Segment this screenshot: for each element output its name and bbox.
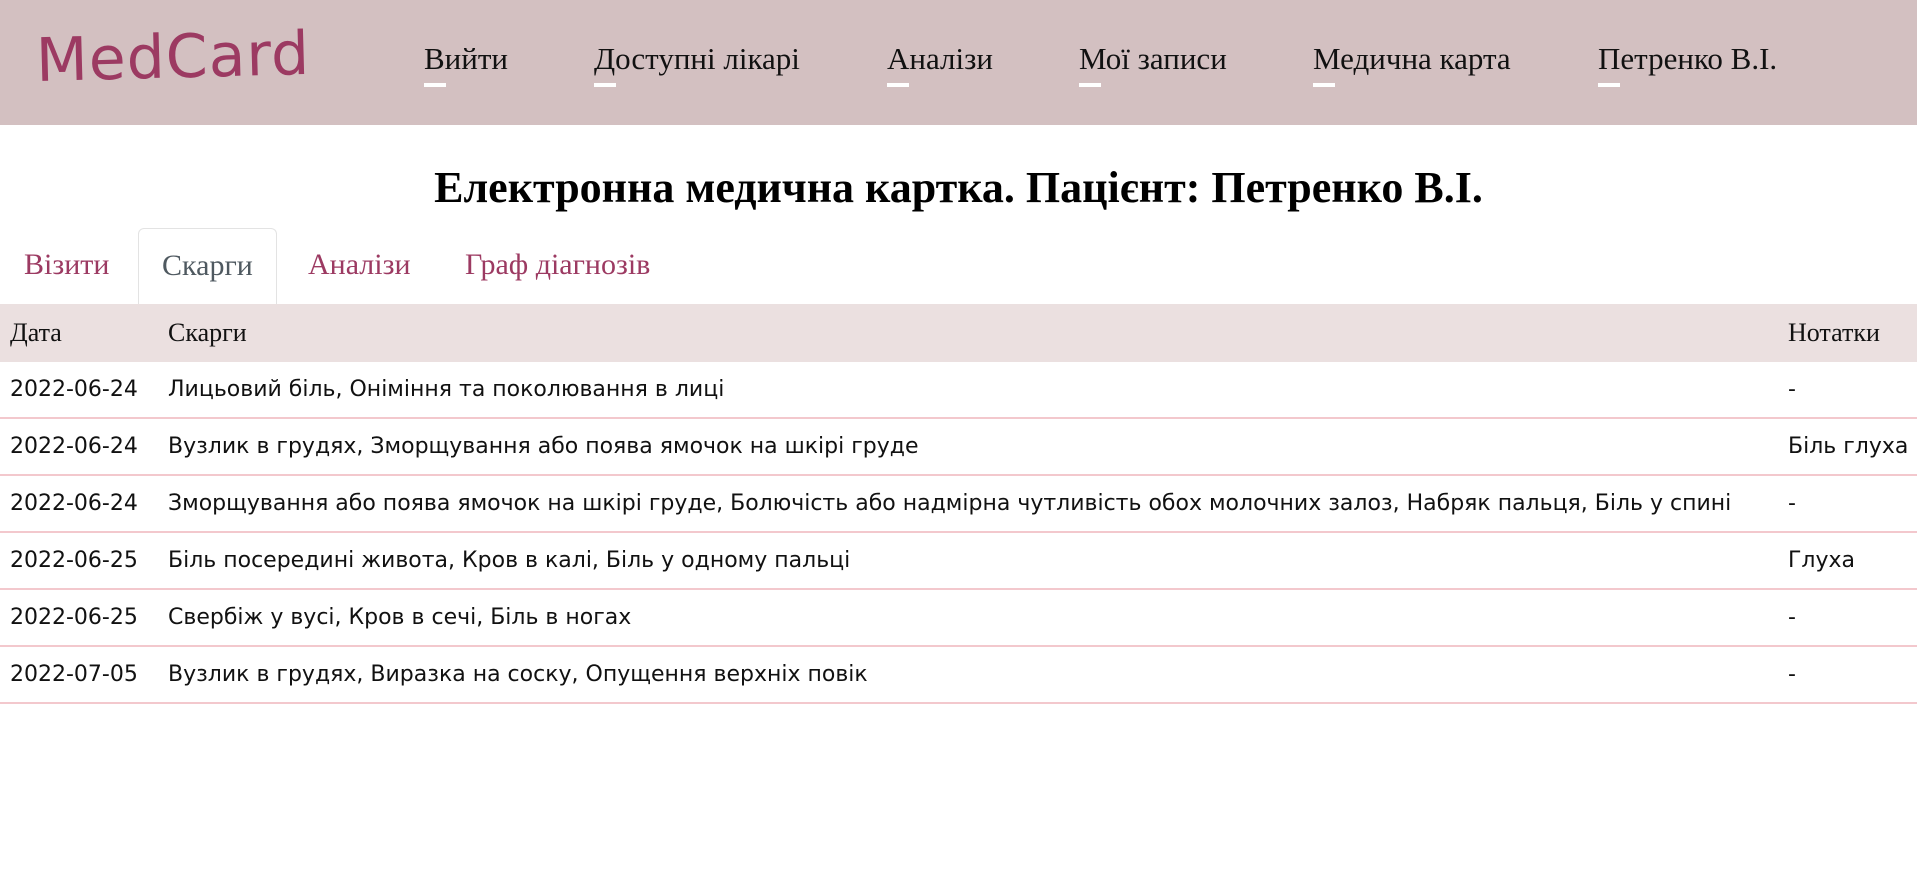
nav-user-profile[interactable]: Петренко В.І. [1598,40,1778,87]
nav-analyses-label: Аналізи [887,41,993,76]
tab-diagnosis-graph[interactable]: Граф діагнозів [441,228,674,304]
nav-underline [424,83,446,87]
cell-complaints: Вузлик в грудях, Виразка на соску, Опуще… [168,662,868,687]
nav-underline [1313,83,1335,87]
cell-notes: - [1788,491,1796,516]
cell-date: 2022-06-25 [10,548,138,573]
table-row: 2022-06-25 Біль посередині живота, Кров … [0,533,1917,590]
cell-date: 2022-07-05 [10,662,138,687]
tab-complaints[interactable]: Скарги [138,228,277,304]
cell-complaints: Лицьовий біль, Оніміння та поколювання в… [168,377,725,402]
cell-complaints: Зморщування або поява ямочок на шкірі гр… [168,491,1732,516]
nav-underline [1079,83,1101,87]
cell-date: 2022-06-24 [10,377,138,402]
nav-logout[interactable]: Вийти [424,40,508,87]
cell-date: 2022-06-25 [10,605,138,630]
brand-logo[interactable]: MedCard [35,19,311,96]
table-row: 2022-06-24 Зморщування або поява ямочок … [0,476,1917,533]
cell-notes: - [1788,662,1796,687]
cell-notes: - [1788,377,1796,402]
cell-notes: Глуха [1788,548,1855,573]
column-header-date: Дата [10,318,62,347]
cell-date: 2022-06-24 [10,491,138,516]
column-header-complaints: Скарги [168,318,247,347]
tab-analyses[interactable]: Аналізи [284,228,435,304]
table-header-row: Дата Скарги Нотатки [0,304,1917,362]
nav-my-appointments-label: Мої записи [1079,41,1227,76]
cell-date: 2022-06-24 [10,434,138,459]
nav-underline [1598,83,1620,87]
nav-my-appointments[interactable]: Мої записи [1079,40,1227,87]
nav-underline [887,83,909,87]
cell-notes: Біль глуха [1788,434,1909,459]
page-title: Електронна медична картка. Пацієнт: Петр… [434,163,1483,212]
nav-medical-card-label: Медична карта [1313,41,1511,76]
table-row: 2022-06-25 Свербіж у вусі, Кров в сечі, … [0,590,1917,647]
table-row: 2022-06-24 Лицьовий біль, Оніміння та по… [0,362,1917,419]
nav-user-profile-label: Петренко В.І. [1598,41,1778,76]
table-row: 2022-07-05 Вузлик в грудях, Виразка на с… [0,647,1917,704]
table-row: 2022-06-24 Вузлик в грудях, Зморщування … [0,419,1917,476]
cell-complaints: Біль посередині живота, Кров в калі, Біл… [168,548,851,573]
nav-available-doctors-label: Доступні лікарі [594,41,800,76]
nav-available-doctors[interactable]: Доступні лікарі [594,40,800,87]
nav-logout-label: Вийти [424,41,508,76]
nav-medical-card[interactable]: Медична карта [1313,40,1511,87]
column-header-notes: Нотатки [1788,318,1880,347]
top-navbar: MedCard Вийти Доступні лікарі Аналізи Мо… [0,0,1917,125]
nav-underline [594,83,616,87]
cell-complaints: Свербіж у вусі, Кров в сечі, Біль в нога… [168,605,632,630]
tab-visits[interactable]: Візити [0,228,133,304]
cell-notes: - [1788,605,1796,630]
nav-analyses[interactable]: Аналізи [887,40,993,87]
cell-complaints: Вузлик в грудях, Зморщування або поява я… [168,434,919,459]
